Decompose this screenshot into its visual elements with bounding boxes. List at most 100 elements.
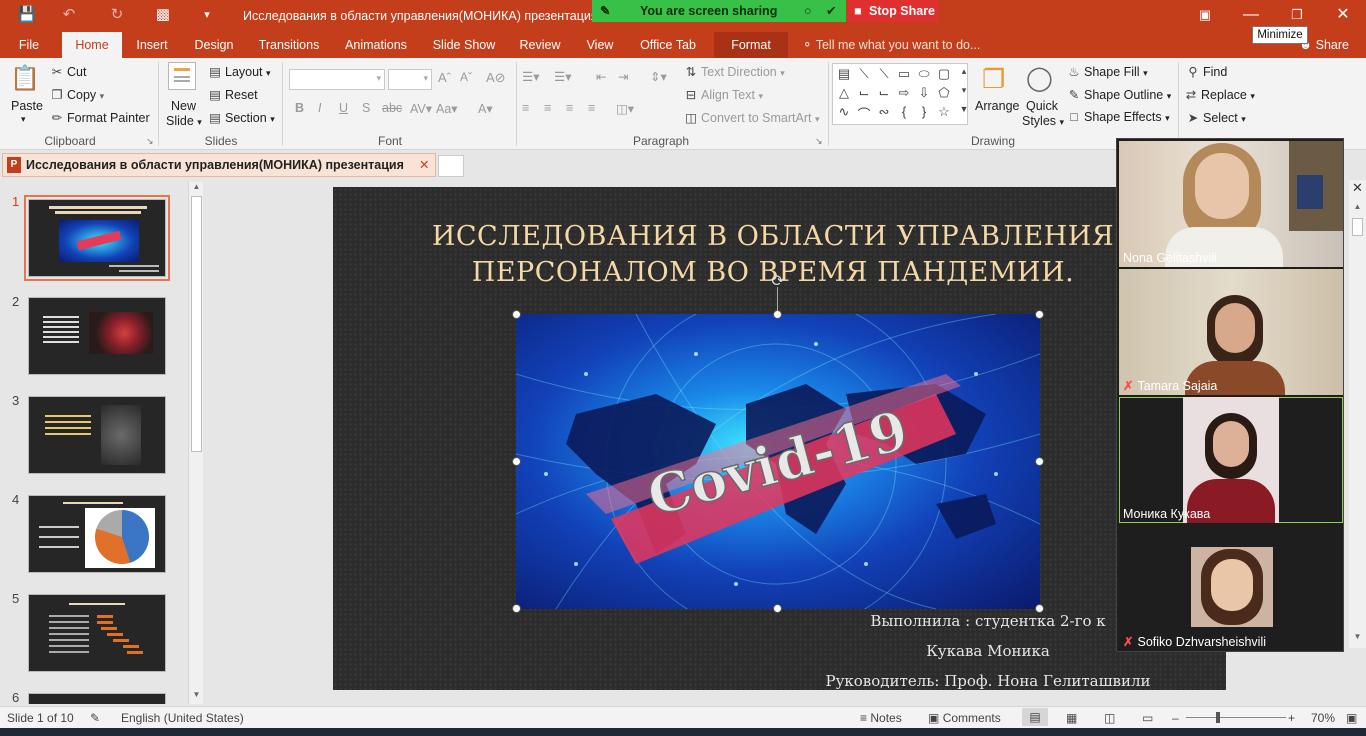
participant-tile[interactable]: ✗ Sofiko Dzhvarsheishvili — [1119, 525, 1343, 651]
quick-styles-label-2[interactable]: Styles ▾ — [1022, 114, 1064, 128]
slideshow-view-icon[interactable]: ▭ — [1142, 711, 1153, 725]
arrow-shape-icon[interactable]: ⇨ — [895, 85, 913, 101]
scroll-down-icon[interactable]: ▼ — [1352, 632, 1363, 646]
paste-dropdown-icon[interactable]: ▾ — [21, 114, 26, 125]
pause-icon[interactable]: ○ — [804, 0, 812, 22]
align-center-icon[interactable]: ≡ — [544, 101, 551, 115]
curve-shape-icon[interactable]: ∾ — [875, 104, 893, 120]
quick-styles-icon[interactable]: ◯ — [1026, 64, 1053, 93]
rotate-handle-icon[interactable]: ⟳ — [769, 273, 787, 291]
thumbnail-slide-5[interactable] — [28, 594, 166, 672]
resize-handle-n[interactable] — [773, 310, 782, 319]
align-left-icon[interactable]: ≡ — [522, 101, 529, 115]
justify-icon[interactable]: ≡ — [588, 101, 595, 115]
slide-subtitle-3[interactable]: Руководитель: Проф. Нона Гелиташвили — [753, 672, 1223, 690]
tab-transitions[interactable]: Transitions — [252, 32, 326, 58]
participant-tile[interactable]: Nona Gelitashvili — [1119, 141, 1343, 267]
gallery-down-icon[interactable]: ▾ — [955, 85, 973, 96]
align-text-button[interactable]: ⊟ Align Text ▾ — [684, 87, 763, 102]
thumbnail-slide-2[interactable] — [28, 297, 166, 375]
reset-button[interactable]: ▤ Reset — [208, 87, 258, 102]
down-arrow-shape-icon[interactable]: ⇩ — [915, 85, 933, 101]
pin-icon[interactable]: ✎ — [600, 0, 610, 22]
increase-indent-icon[interactable]: ⇥ — [618, 69, 628, 84]
close-tab-icon[interactable]: ✕ — [419, 154, 429, 176]
zoom-slider[interactable] — [1186, 717, 1286, 718]
ribbon-display-icon[interactable]: ▣ — [1182, 0, 1228, 32]
numbering-icon[interactable]: ☰▾ — [554, 69, 571, 84]
format-painter-button[interactable]: ✏ Format Painter — [50, 110, 150, 125]
clear-format-icon[interactable]: A⊘ — [486, 70, 506, 86]
layout-button[interactable]: ▤ Layout ▾ — [208, 64, 270, 79]
present-icon[interactable]: ▩ — [152, 4, 174, 26]
new-tab-button[interactable] — [438, 155, 464, 177]
thumbnails-scrollbar[interactable]: ▲ ▼ — [188, 182, 203, 704]
tab-animations[interactable]: Animations — [338, 32, 414, 58]
tab-slide-show[interactable]: Slide Show — [428, 32, 500, 58]
shape-effects-button[interactable]: □ Shape Effects ▾ — [1067, 110, 1169, 124]
arrange-button[interactable]: Arrange — [975, 99, 1019, 113]
paste-button[interactable]: Paste — [11, 99, 43, 113]
underline-icon[interactable]: U — [339, 101, 348, 115]
copy-button[interactable]: ❐ Copy ▾ — [50, 87, 104, 102]
redo-icon[interactable]: ↻ — [106, 4, 128, 26]
tab-insert[interactable]: Insert — [128, 32, 176, 58]
bullets-icon[interactable]: ☰▾ — [522, 69, 539, 84]
line-shape-icon[interactable]: ⟍ — [855, 66, 873, 82]
brace-right-shape-icon[interactable]: } — [915, 104, 933, 119]
tab-file[interactable]: File — [8, 32, 50, 58]
normal-view-icon[interactable]: ▤ — [1022, 708, 1048, 726]
close-button[interactable]: ✕ — [1320, 0, 1366, 32]
arrange-icon[interactable]: ❐ — [982, 64, 1005, 95]
tab-format[interactable]: Format — [714, 32, 788, 58]
shrink-font-icon[interactable]: Aˇ — [460, 70, 472, 84]
spellcheck-icon[interactable]: ✎ — [90, 711, 100, 725]
shape-fill-button[interactable]: ♨ Shape Fill ▾ — [1067, 64, 1147, 79]
oval-shape-icon[interactable]: ⬭ — [915, 66, 933, 82]
close-panel-icon[interactable]: ✕ — [1349, 180, 1366, 200]
new-slide-icon[interactable] — [168, 62, 196, 90]
thumbnail-slide-3[interactable] — [28, 396, 166, 474]
thumbnail-slide-1[interactable] — [24, 195, 170, 281]
zoom-slider-thumb[interactable] — [1216, 712, 1220, 723]
document-tab[interactable]: P Исследования в области управления(МОНИ… — [2, 153, 436, 177]
case-icon[interactable]: Aa▾ — [436, 101, 458, 116]
arc-shape-icon[interactable]: ⌒ — [855, 104, 873, 123]
grow-font-icon[interactable]: Aˆ — [438, 70, 451, 85]
new-slide-label-2[interactable]: Slide ▾ — [166, 114, 202, 128]
scroll-thumb[interactable] — [1352, 218, 1363, 236]
convert-smartart-button[interactable]: ◫ Convert to SmartArt ▾ — [684, 110, 819, 125]
triangle-shape-icon[interactable]: △ — [835, 85, 853, 101]
decrease-indent-icon[interactable]: ⇤ — [596, 69, 606, 84]
textbox-shape-icon[interactable]: ▤ — [835, 66, 853, 82]
text-direction-button[interactable]: ⇅ Text Direction ▾ — [684, 64, 785, 79]
tab-view[interactable]: View — [580, 32, 620, 58]
thumbnail-slide-6[interactable] — [28, 693, 166, 704]
brace-left-shape-icon[interactable]: { — [895, 104, 913, 119]
zoom-out-icon[interactable]: – — [1172, 711, 1179, 725]
scribble-shape-icon[interactable]: ∿ — [835, 104, 853, 120]
elbow2-shape-icon[interactable]: ⌙ — [875, 85, 893, 101]
align-right-icon[interactable]: ≡ — [566, 101, 573, 115]
resize-handle-w[interactable] — [512, 457, 521, 466]
quick-styles-button[interactable]: Quick — [1026, 99, 1058, 113]
comments-button[interactable]: ▣ Comments — [928, 711, 1001, 725]
replace-button[interactable]: ⇄ Replace ▾ — [1184, 87, 1255, 102]
font-name-combo[interactable]: ▾ — [289, 69, 385, 90]
stop-share-button[interactable]: ■ Stop Share — [848, 0, 938, 22]
thumbnail-slide-4[interactable] — [28, 495, 166, 573]
resize-handle-nw[interactable] — [512, 310, 521, 319]
covid-picture[interactable]: Covid-19 — [516, 314, 1040, 609]
spacing-icon[interactable]: AV▾ — [410, 101, 432, 116]
rounded-rect-shape-icon[interactable]: ▢ — [935, 66, 953, 82]
find-button[interactable]: ⚲ Find — [1186, 64, 1227, 79]
line2-shape-icon[interactable]: ⟍ — [875, 66, 893, 82]
notes-button[interactable]: ≡ Notes — [860, 711, 902, 725]
cut-button[interactable]: ✂ Cut — [50, 64, 87, 79]
columns-icon[interactable]: ◫▾ — [616, 101, 634, 116]
paste-icon[interactable]: 📋 — [10, 64, 40, 93]
resize-handle-ne[interactable] — [1035, 310, 1044, 319]
tab-review[interactable]: Review — [512, 32, 568, 58]
participant-tile[interactable]: Моника Кукава — [1119, 397, 1343, 523]
resize-handle-sw[interactable] — [512, 604, 521, 613]
